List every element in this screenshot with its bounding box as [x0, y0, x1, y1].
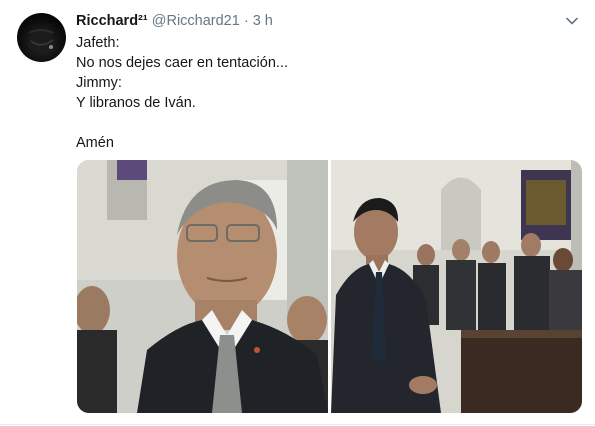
tweet-bottom-border: [0, 424, 595, 425]
user-handle[interactable]: @Ricchard21: [152, 13, 240, 29]
photo-left[interactable]: [77, 160, 328, 413]
chevron-down-icon: [566, 17, 578, 25]
tweet-line: Y libranos de Iván.: [76, 95, 196, 111]
tweet-line: Jafeth:: [76, 35, 120, 51]
avatar-image: [28, 29, 54, 53]
avatar[interactable]: [17, 13, 66, 62]
separator: ·: [243, 13, 249, 29]
tweet-line: No nos dejes caer en tentación...: [76, 55, 288, 71]
tweet-header: Ricchard²¹ @Ricchard21 · 3 h: [76, 12, 273, 30]
tweet-line: [76, 113, 576, 133]
tweet-text: Jafeth: No nos dejes caer en tentación..…: [76, 33, 576, 153]
timestamp[interactable]: 3 h: [253, 13, 273, 29]
display-name[interactable]: Ricchard²¹: [76, 13, 148, 29]
tweet-line: Jimmy:: [76, 75, 122, 91]
tweet-menu-button[interactable]: [565, 14, 579, 28]
tweet[interactable]: Ricchard²¹ @Ricchard21 · 3 h Jafeth: No …: [0, 0, 595, 426]
tweet-media[interactable]: [77, 160, 582, 413]
tweet-line: Amén: [76, 135, 114, 151]
photo-right[interactable]: [331, 160, 582, 413]
